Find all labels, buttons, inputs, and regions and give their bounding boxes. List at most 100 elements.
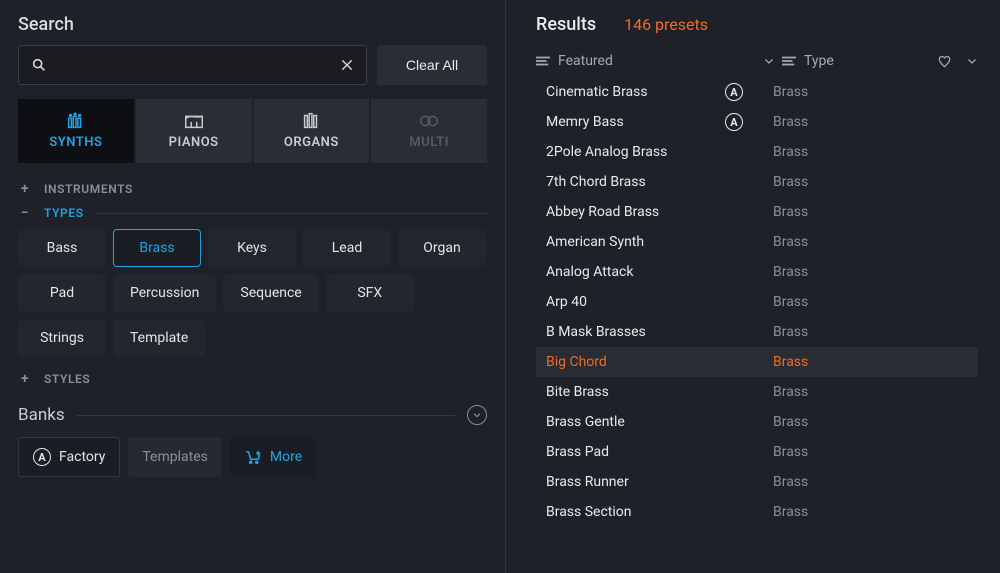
preset-type: Brass <box>773 264 978 280</box>
pianos-icon <box>183 112 205 130</box>
bank-factory[interactable]: A Factory <box>18 437 120 477</box>
bank-templates[interactable]: Templates <box>128 437 222 477</box>
type-chip-sfx[interactable]: SFX <box>326 274 414 312</box>
preset-type: Brass <box>773 444 978 460</box>
section-styles: + STYLES <box>18 371 487 387</box>
preset-type: Brass <box>773 504 978 520</box>
collapse-icon[interactable]: − <box>18 205 32 221</box>
result-row[interactable]: 7th Chord BrassBrass <box>536 167 978 197</box>
divider <box>96 213 487 214</box>
result-row[interactable]: Memry BassA Brass <box>536 107 978 137</box>
type-chip-bass[interactable]: Bass <box>18 229 106 267</box>
category-tab-multi: MULTI <box>371 99 487 163</box>
search-panel: Search Clear All SYNTHS PIANOS ORGANS MULTI… <box>0 0 505 573</box>
result-row[interactable]: Arp 40 Brass <box>536 287 978 317</box>
bank-label: More <box>270 449 302 465</box>
type-chip-template[interactable]: Template <box>113 319 205 357</box>
bank-label: Factory <box>59 449 105 465</box>
preset-name: Brass Pad <box>546 444 721 460</box>
organs-icon <box>300 112 322 130</box>
preset-name: Abbey Road Brass <box>546 204 721 220</box>
section-label: STYLES <box>44 372 90 386</box>
type-chip-keys[interactable]: Keys <box>208 229 296 267</box>
type-chip-pad[interactable]: Pad <box>18 274 106 312</box>
result-row[interactable]: Brass RunnerBrass <box>536 467 978 497</box>
preset-name: 2Pole Analog Brass <box>546 144 721 160</box>
preset-name: Memry Bass <box>546 114 721 130</box>
preset-name: Big Chord <box>546 354 721 370</box>
preset-type: Brass <box>773 414 978 430</box>
arturia-icon: A <box>725 83 743 101</box>
divider <box>77 415 455 416</box>
arturia-badge-slot: A <box>721 83 747 101</box>
preset-type: Brass <box>773 114 978 130</box>
banks-title: Banks <box>18 405 65 425</box>
search-field[interactable] <box>18 45 367 85</box>
section-types: − TYPES <box>18 205 487 221</box>
category-tab-pianos[interactable]: PIANOS <box>136 99 252 163</box>
result-row[interactable]: Bite BrassBrass <box>536 377 978 407</box>
search-icon <box>31 57 47 73</box>
type-chip-brass[interactable]: Brass <box>113 229 201 267</box>
result-row[interactable]: Analog Attack Brass <box>536 257 978 287</box>
results-panel: Results 146 presets Featured Type <box>505 0 1000 573</box>
preset-name: Arp 40 <box>546 294 721 310</box>
preset-name: Bite Brass <box>546 384 721 400</box>
types-grid: BassBrassKeysLeadOrgan PadPercussionSeque… <box>18 229 487 357</box>
result-row[interactable]: Big ChordBrass <box>536 347 978 377</box>
category-label: ORGANS <box>284 135 339 150</box>
type-chip-strings[interactable]: Strings <box>18 319 106 357</box>
chevron-circle-icon[interactable] <box>467 405 487 425</box>
category-label: MULTI <box>409 135 449 150</box>
preset-type: Brass <box>773 234 978 250</box>
result-row[interactable]: Cinematic BrassABrass <box>536 77 978 107</box>
result-row[interactable]: B Mask BrassesBrass <box>536 317 978 347</box>
clear-search-icon[interactable] <box>340 58 354 72</box>
category-label: PIANOS <box>169 135 219 150</box>
type-chip-lead[interactable]: Lead <box>303 229 391 267</box>
results-list: Cinematic BrassABrassMemry BassABrass2Po… <box>536 77 978 527</box>
list-icon[interactable] <box>536 55 550 67</box>
chevron-down-icon[interactable] <box>763 55 775 67</box>
result-row[interactable]: American Synth Brass <box>536 227 978 257</box>
results-count: 146 presets <box>624 15 708 34</box>
result-row[interactable]: Abbey Road BrassBrass <box>536 197 978 227</box>
expand-icon[interactable]: + <box>18 181 32 197</box>
type-column-label[interactable]: Type <box>804 53 834 69</box>
preset-name: Brass Gentle <box>546 414 721 430</box>
cart-plus-icon <box>244 449 262 465</box>
preset-type: Brass <box>773 324 978 340</box>
search-input[interactable] <box>57 57 330 73</box>
preset-type: Brass <box>773 294 978 310</box>
preset-name: American Synth <box>546 234 721 250</box>
category-label: SYNTHS <box>49 135 102 150</box>
result-row[interactable]: 2Pole Analog Brass Brass <box>536 137 978 167</box>
type-chip-organ[interactable]: Organ <box>398 229 486 267</box>
preset-name: Brass Section <box>546 504 721 520</box>
clear-all-button[interactable]: Clear All <box>377 45 487 85</box>
category-tab-synths[interactable]: SYNTHS <box>18 99 134 163</box>
sort-by-label[interactable]: Featured <box>558 53 613 69</box>
type-chip-sequence[interactable]: Sequence <box>223 274 318 312</box>
banks-header: Banks <box>18 405 487 425</box>
search-title: Search <box>18 14 487 35</box>
arturia-icon: A <box>725 113 743 131</box>
arturia-badge-slot: A <box>721 113 747 131</box>
expand-icon[interactable]: + <box>18 371 32 387</box>
result-row[interactable]: Brass Section Brass <box>536 497 978 527</box>
heart-icon[interactable] <box>937 54 952 68</box>
results-column-headers: Featured Type <box>536 49 978 77</box>
bank-more[interactable]: More <box>230 437 316 477</box>
list-icon[interactable] <box>782 55 796 67</box>
preset-name: Cinematic Brass <box>546 84 721 100</box>
chevron-down-icon[interactable] <box>966 55 978 67</box>
preset-name: Analog Attack <box>546 264 721 280</box>
synths-icon <box>65 112 87 130</box>
results-title: Results <box>536 14 596 35</box>
category-tab-organs[interactable]: ORGANS <box>254 99 370 163</box>
preset-type: Brass <box>773 144 978 160</box>
result-row[interactable]: Brass Pad Brass <box>536 437 978 467</box>
result-row[interactable]: Brass Gentle Brass <box>536 407 978 437</box>
multi-icon <box>418 112 440 130</box>
type-chip-percussion[interactable]: Percussion <box>113 274 216 312</box>
